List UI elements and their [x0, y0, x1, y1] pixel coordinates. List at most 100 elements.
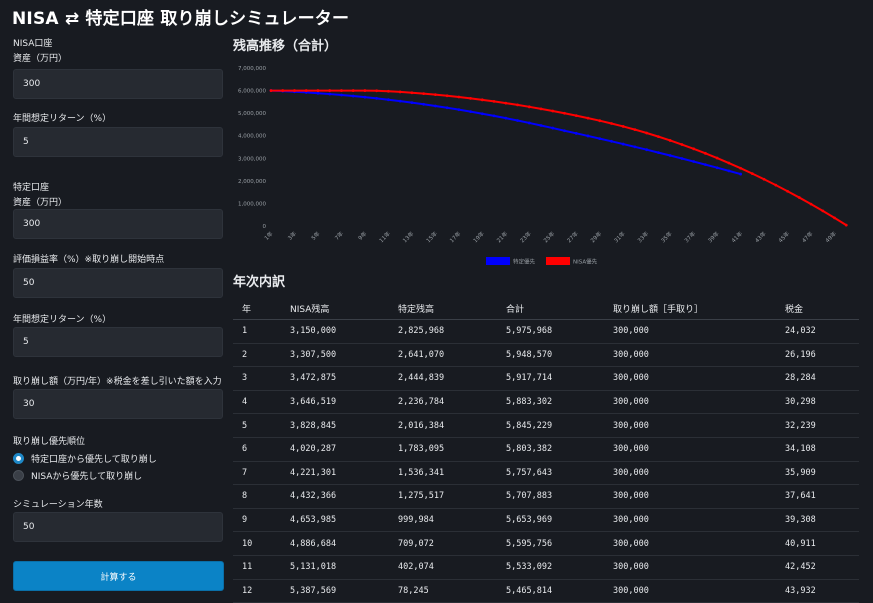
cell-withdraw: 300,000: [604, 508, 776, 533]
cell-total: 5,917,714: [497, 366, 604, 391]
nisa-section-heading: NISA口座: [13, 39, 53, 49]
col-header-tokutei: 特定残高: [389, 297, 497, 320]
cell-withdraw: 300,000: [604, 413, 776, 438]
data-point: [293, 89, 296, 92]
data-point: [680, 143, 684, 146]
cell-year: 3: [233, 366, 281, 391]
data-point: [563, 129, 566, 133]
cell-total: 5,465,814: [497, 579, 604, 603]
data-point: [492, 114, 496, 118]
x-tick-label: 33年: [636, 229, 651, 244]
calculate-button[interactable]: 計算する: [13, 561, 224, 591]
data-point: [398, 99, 402, 103]
tokutei-assets-input[interactable]: 300: [13, 209, 223, 239]
cell-nisa: 3,150,000: [281, 319, 389, 344]
cell-total: 5,845,229: [497, 413, 604, 438]
table-header-row: 年 NISA残高 特定残高 合計 取り崩し額［手取り］ 税金: [233, 297, 859, 320]
cell-total: 5,883,302: [497, 390, 604, 415]
years-label: シミュレーション年数: [13, 500, 103, 510]
data-point: [281, 89, 285, 92]
data-point: [539, 107, 543, 111]
data-point: [750, 172, 754, 176]
y-tick-label: 2,000,000: [238, 179, 266, 185]
cell-tokutei: 1,783,095: [389, 437, 497, 462]
tokutei-return-input[interactable]: 5: [13, 327, 223, 357]
data-point: [739, 172, 742, 176]
nisa-assets-input[interactable]: 300: [13, 69, 223, 99]
data-point: [844, 223, 848, 227]
cell-tax: 39,308: [776, 508, 859, 533]
cell-total: 5,533,092: [497, 555, 604, 580]
cell-tokutei: 78,245: [389, 579, 497, 603]
data-point: [727, 161, 731, 165]
x-tick-label: 9年: [356, 229, 368, 241]
nisa-return-input[interactable]: 5: [13, 127, 223, 157]
cell-total: 5,948,570: [497, 343, 604, 368]
years-input[interactable]: 50: [13, 512, 223, 542]
data-point: [633, 145, 637, 149]
data-point: [387, 89, 390, 93]
data-point: [821, 209, 825, 213]
cell-nisa: 3,307,500: [281, 343, 389, 368]
x-tick-label: 7年: [333, 229, 345, 241]
data-point: [328, 92, 332, 96]
cell-withdraw: 300,000: [604, 390, 776, 415]
data-point: [516, 103, 519, 107]
cell-year: 4: [233, 390, 281, 415]
radio-unselected-icon[interactable]: [13, 470, 24, 481]
cell-tokutei: 2,444,839: [389, 366, 497, 391]
data-point: [433, 93, 437, 97]
priority-option-tokutei[interactable]: 特定口座から優先して取り崩し: [13, 450, 225, 467]
cell-year: 1: [233, 319, 281, 344]
annual-breakdown-table: 年 NISA残高 特定残高 合計 取り崩し額［手取り］ 税金 1 3,150,00…: [233, 297, 859, 603]
withdraw-input[interactable]: 30: [13, 389, 223, 419]
cell-nisa: 4,653,985: [281, 508, 389, 533]
cell-total: 5,757,643: [497, 461, 604, 486]
cell-tokutei: 402,074: [389, 555, 497, 580]
data-point: [668, 139, 672, 142]
cell-year: 5: [233, 413, 281, 438]
data-point: [351, 89, 355, 92]
x-tick-label: 13年: [401, 229, 416, 244]
priority-option-nisa[interactable]: NISAから優先して取り崩し: [13, 467, 225, 484]
data-point: [480, 112, 484, 116]
data-point: [715, 156, 719, 160]
table-row: 7 4,221,301 1,536,341 5,757,643 300,000 35,90…: [233, 461, 859, 486]
table-row: 11 5,131,018 402,074 5,533,092 300,000 42,452: [233, 555, 859, 580]
x-tick-label: 25年: [542, 229, 557, 244]
cell-withdraw: 300,000: [604, 579, 776, 603]
cell-withdraw: 300,000: [604, 343, 776, 368]
data-point: [316, 91, 320, 95]
data-point: [504, 116, 508, 120]
table-row: 10 4,886,684 709,072 5,595,756 300,000 40,911: [233, 531, 859, 556]
legend-swatch: [546, 257, 570, 265]
cell-nisa: 4,886,684: [281, 531, 389, 556]
cell-total: 5,803,382: [497, 437, 604, 462]
gain-ratio-input[interactable]: 50: [13, 268, 223, 298]
x-tick-label: 1年: [262, 229, 274, 241]
data-point: [304, 89, 308, 92]
cell-nisa: 5,131,018: [281, 555, 389, 580]
y-tick-label: 3,000,000: [238, 156, 266, 162]
cell-withdraw: 300,000: [604, 319, 776, 344]
x-tick-label: 23年: [518, 229, 533, 244]
cell-tax: 43,932: [776, 579, 859, 603]
radio-selected-icon[interactable]: [13, 453, 24, 464]
cell-total: 5,653,969: [497, 508, 604, 533]
x-tick-label: 35年: [659, 229, 674, 244]
data-point: [809, 202, 813, 206]
cell-tax: 24,032: [776, 319, 859, 344]
cell-tax: 26,196: [776, 343, 859, 368]
data-point: [375, 96, 379, 100]
data-point: [703, 163, 707, 167]
x-tick-label: 15年: [424, 229, 439, 244]
cell-nisa: 3,646,519: [281, 390, 389, 415]
data-point: [398, 90, 402, 94]
data-point: [645, 131, 649, 135]
cell-total: 5,975,968: [497, 319, 604, 344]
data-point: [527, 121, 531, 125]
cell-withdraw: 300,000: [604, 461, 776, 486]
data-point: [574, 114, 578, 118]
cell-tokutei: 709,072: [389, 531, 497, 556]
x-tick-label: 31年: [612, 229, 627, 244]
